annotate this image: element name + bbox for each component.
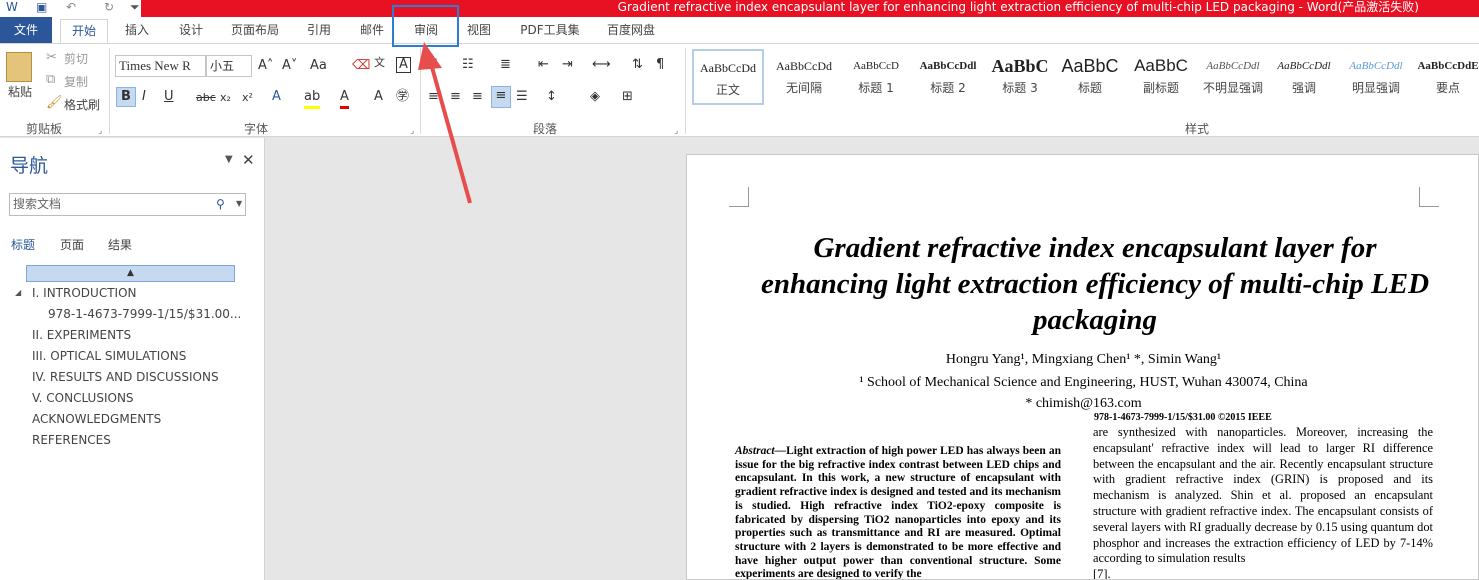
arrow-head: [418, 42, 442, 70]
arrow-shaft: [428, 59, 472, 204]
annotation-arrow: [418, 42, 472, 204]
